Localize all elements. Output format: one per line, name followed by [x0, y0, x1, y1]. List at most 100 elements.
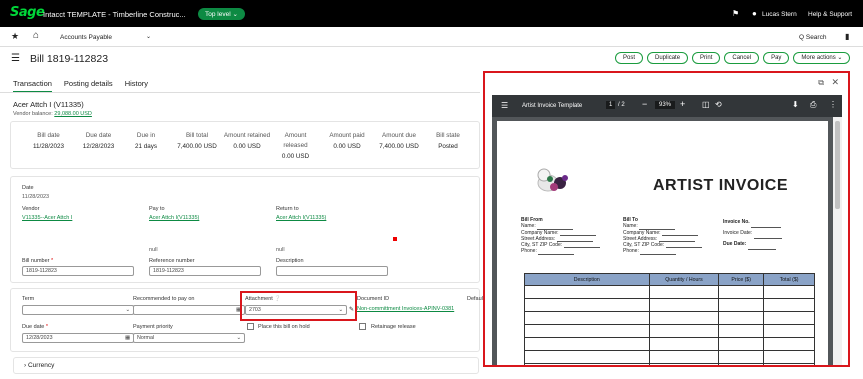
currency-toggle[interactable]: › Currency	[24, 362, 54, 369]
retainage-checkbox[interactable]	[359, 323, 366, 330]
bill-to-block: Bill To Name: Company Name: Street Addre…	[623, 217, 702, 255]
bill-summary: Bill date 11/28/2023 Due date 12/28/2023 D…	[10, 121, 480, 169]
pay-button[interactable]: Pay	[763, 52, 790, 64]
date-label: Date	[22, 185, 34, 191]
due-date-input[interactable]: 12/28/2023 ▦	[22, 333, 134, 343]
chevron-down-icon[interactable]: ⌄	[146, 33, 151, 40]
fit-page-icon[interactable]: ◫	[702, 100, 710, 109]
recommended-pay-input[interactable]: ▦	[133, 305, 245, 315]
col-quantity: Quantity / Hours	[648, 273, 720, 286]
tab-posting-details[interactable]: Posting details	[64, 79, 113, 93]
scrollbar-thumb[interactable]	[835, 121, 840, 209]
summary-amount-released: Amount released 0.00 USD	[281, 132, 310, 160]
currency-section[interactable]: › Currency	[13, 357, 479, 374]
home-icon[interactable]: ⌂	[33, 30, 39, 41]
bill-number-input[interactable]: 1819-112823	[22, 266, 134, 276]
pdf-page: ARTIST INVOICE Bill From Name: Company N…	[497, 121, 828, 365]
tab-divider	[0, 92, 480, 93]
summary-amount-retained: Amount retained 0.00 USD	[223, 132, 271, 150]
post-button[interactable]: Post	[615, 52, 644, 64]
table-row	[524, 324, 815, 338]
pdf-menu-icon[interactable]: ☰	[501, 101, 508, 110]
zoom-in-icon[interactable]: +	[680, 99, 685, 109]
invoice-fields-block: Invoice No. Invoice Date: Due Date:	[723, 217, 782, 250]
chevron-down-icon: ⌄	[236, 335, 241, 341]
sage-logo[interactable]: Sage	[10, 5, 45, 20]
recommended-pay-label: Recommended to pay on	[133, 296, 195, 302]
open-external-icon[interactable]: ⧉	[818, 78, 824, 88]
invoice-heading: ARTIST INVOICE	[653, 177, 789, 194]
col-description: Description	[524, 273, 650, 286]
description-input[interactable]	[276, 266, 388, 276]
pdf-toolbar: ☰ Artist Invoice Template 1 / 2 − 93% + …	[492, 95, 842, 117]
vendor-balance: Vendor balance: 29,088.00 USD	[13, 111, 92, 117]
table-row	[524, 298, 815, 312]
hold-label: Place this bill on hold	[258, 324, 310, 330]
col-price: Price ($)	[718, 273, 765, 286]
company-title[interactable]: Intacct TEMPLATE - Timberline Construc..…	[43, 10, 186, 19]
tab-bar: Transaction Posting details History	[13, 79, 148, 93]
hamburger-menu-icon[interactable]: ☰	[11, 53, 20, 64]
pay-to-link[interactable]: Acer Attch I(V11335)	[149, 215, 199, 221]
reference-number-input[interactable]: 1819-112823	[149, 266, 261, 276]
pdf-title: Artist Invoice Template	[522, 103, 583, 109]
term-select[interactable]: ⌄	[22, 305, 134, 315]
pdf-zoom-input[interactable]: 93%	[655, 101, 676, 109]
summary-amount-paid: Amount paid 0.00 USD	[329, 132, 365, 150]
duplicate-button[interactable]: Duplicate	[647, 52, 689, 64]
return-to-link[interactable]: Acer Attch I(V11335)	[276, 215, 326, 221]
hold-checkbox[interactable]	[247, 323, 254, 330]
due-date-label: Due date *	[22, 324, 48, 330]
module-menu[interactable]: Accounts Payable	[60, 34, 112, 41]
user-icon: ●	[752, 9, 757, 18]
bookmark-icon[interactable]: ▮	[845, 32, 849, 41]
details-panel: Date 11/28/2023 Vendor V11335--Acer Attc…	[10, 176, 480, 283]
help-support-link[interactable]: Help & Support	[808, 11, 852, 18]
payment-priority-select[interactable]: Normal ⌄	[133, 333, 245, 343]
document-id-label: Document ID	[357, 296, 390, 302]
document-id-link[interactable]: Non-committment Invoices-APINV-0381	[357, 306, 457, 313]
cancel-button[interactable]: Cancel	[724, 52, 760, 64]
col-total: Total ($)	[763, 273, 815, 286]
notification-icon[interactable]: ⚑	[732, 9, 739, 18]
rotate-icon[interactable]: ⟲	[715, 100, 722, 109]
art-supplies-illustration	[537, 168, 568, 192]
top-bar: Sage Intacct TEMPLATE - Timberline Const…	[0, 0, 863, 27]
summary-amount-due: Amount due 7,400.00 USD	[379, 132, 419, 150]
print-icon[interactable]: ⎙	[810, 100, 816, 110]
pay-to-null: null	[149, 247, 158, 253]
action-buttons: Post Duplicate Print Cancel Pay More act…	[615, 52, 851, 64]
more-actions-button[interactable]: More actions ⌄	[793, 52, 851, 64]
star-icon[interactable]: ★	[11, 31, 19, 42]
bill-number-label: Bill number *	[22, 258, 54, 264]
tab-history[interactable]: History	[125, 79, 148, 93]
nav-bar: ★ ⌂ Accounts Payable ⌄ Q Search ▮	[0, 27, 863, 47]
summary-bill-date: Bill date 11/28/2023	[32, 132, 65, 150]
print-button[interactable]: Print	[692, 52, 721, 64]
more-options-icon[interactable]: ⋮	[829, 100, 837, 109]
calendar-icon[interactable]: ▦	[125, 334, 130, 342]
search-button[interactable]: Q Search	[799, 34, 826, 41]
pdf-scrollbar[interactable]	[833, 117, 842, 365]
top-level-dropdown[interactable]: Top level ⌄	[198, 8, 245, 20]
page-title: Bill 1819-112823	[30, 53, 109, 65]
pdf-preview-panel: ⧉ ✕ ☰ Artist Invoice Template 1 / 2 − 93…	[483, 71, 850, 367]
table-row	[524, 285, 815, 299]
pdf-page-input[interactable]: 1	[606, 101, 616, 109]
download-icon[interactable]: ⬇	[792, 100, 799, 109]
pdf-viewport[interactable]: ARTIST INVOICE Bill From Name: Company N…	[492, 117, 833, 365]
vendor-balance-link[interactable]: 29,088.00 USD	[54, 111, 92, 117]
return-to-null: null	[276, 247, 285, 253]
close-icon[interactable]: ✕	[831, 77, 839, 88]
zoom-out-icon[interactable]: −	[642, 99, 647, 109]
return-to-label: Return to	[276, 206, 299, 212]
vendor-name: Acer Attch I (V11335)	[13, 100, 84, 109]
tab-transaction[interactable]: Transaction	[13, 79, 52, 93]
vendor-link[interactable]: V11335--Acer Attch I	[22, 215, 72, 221]
user-name[interactable]: Lucas Stern	[762, 11, 797, 18]
chevron-down-icon: ⌄	[125, 307, 130, 313]
date-value: 11/28/2023	[22, 194, 50, 200]
table-row	[524, 350, 815, 364]
summary-bill-state: Bill state Posted	[436, 132, 460, 150]
description-label: Description	[276, 258, 304, 264]
